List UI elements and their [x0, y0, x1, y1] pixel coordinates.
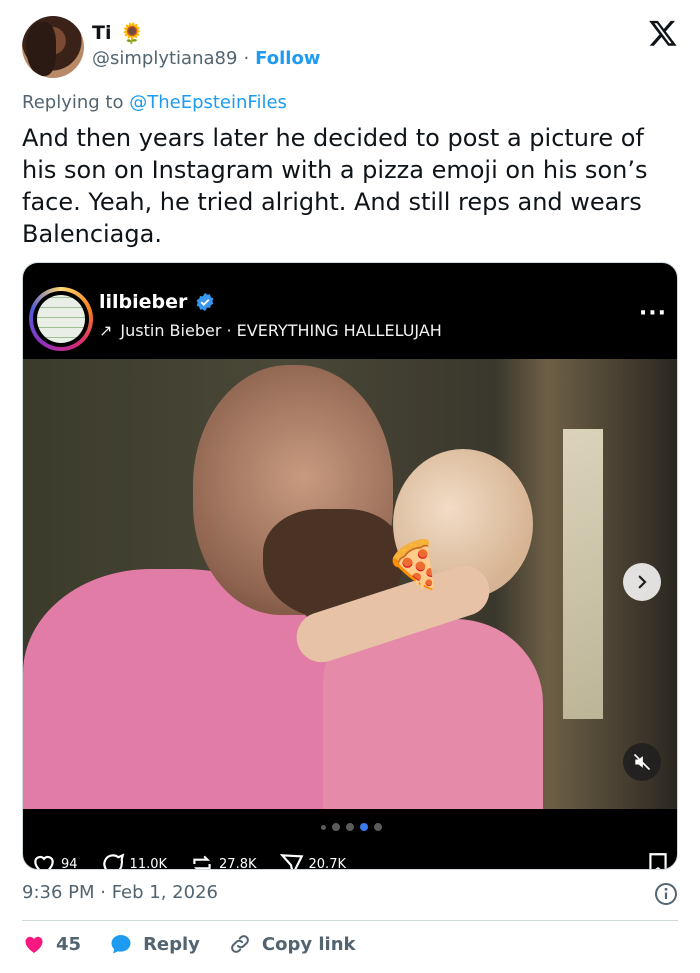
carousel-dot — [373, 823, 382, 831]
link-icon — [231, 935, 249, 953]
separator-dot: · — [243, 48, 250, 69]
ig-heart-icon — [34, 855, 54, 869]
reply-bubble-icon — [111, 935, 131, 954]
ig-repost-icon — [193, 855, 211, 869]
ig-user-row: lilbieber — [99, 291, 215, 313]
copy-link-button[interactable]: Copy link — [228, 932, 356, 956]
ig-audio-label: Justin Bieber · EVERYTHING HALLELUJAH — [120, 321, 442, 340]
ig-like: 94 — [31, 851, 78, 870]
reply-button[interactable]: Reply — [109, 932, 200, 956]
tweet-actions: 45 Reply Copy link — [22, 932, 356, 956]
replying-to: Replying to @TheEpsteinFiles — [22, 92, 287, 113]
ig-like-count: 94 — [61, 856, 78, 870]
copy-link-label: Copy link — [261, 933, 356, 955]
tweet-text: And then years later he decided to post … — [22, 124, 648, 248]
info-icon[interactable] — [654, 882, 678, 906]
ig-username: lilbieber — [99, 291, 188, 313]
ig-comment-count: 11.0K — [129, 856, 168, 870]
ig-share: 20.7K — [279, 851, 346, 870]
muted-speaker-icon — [623, 743, 661, 781]
ig-share-count: 20.7K — [308, 856, 346, 870]
like-button[interactable]: 45 — [22, 932, 81, 956]
ig-comment-icon — [102, 853, 124, 869]
carousel-dot-active — [359, 823, 368, 831]
ig-comment: 11.0K — [100, 851, 168, 870]
verified-badge-icon — [197, 292, 214, 312]
post-photo: 🍕 — [23, 359, 677, 809]
carousel-dots — [23, 823, 677, 831]
author-name-row: Ti 🌻 — [92, 22, 144, 44]
embedded-image[interactable]: lilbieber ↗ Justin Bieber · EVERYTHING H… — [22, 262, 678, 870]
x-logo-icon[interactable] — [648, 18, 678, 48]
carousel-dot — [331, 823, 340, 831]
audio-arrow-icon: ↗ — [99, 321, 113, 340]
like-count: 45 — [56, 933, 82, 955]
pizza-sticker: 🍕 — [385, 537, 443, 591]
ig-more-icon: ··· — [638, 301, 667, 326]
ig-repost: 27.8K — [189, 851, 257, 870]
ig-repost-count: 27.8K — [219, 856, 257, 870]
divider — [22, 920, 678, 921]
ig-avatar — [29, 287, 93, 351]
tweet-timestamp[interactable]: 9:36 PM · Feb 1, 2026 — [22, 882, 218, 903]
ig-bookmark-icon — [649, 853, 667, 869]
heart-icon — [25, 936, 43, 953]
replying-prefix: Replying to — [22, 92, 124, 113]
carousel-dot — [320, 824, 326, 830]
author-handle[interactable]: @simplytiana89 — [92, 48, 237, 69]
reply-label: Reply — [143, 933, 200, 955]
ig-action-row: 94 11.0K 27.8K 20.7K — [31, 851, 671, 870]
sunflower-emoji: 🌻 — [119, 21, 145, 45]
author-display-name[interactable]: Ti — [92, 22, 111, 44]
ig-send-icon — [279, 854, 303, 869]
follow-button[interactable]: Follow — [255, 48, 320, 69]
author-handle-row: @simplytiana89 · Follow — [92, 48, 320, 69]
ig-audio-row: ↗ Justin Bieber · EVERYTHING HALLELUJAH — [99, 321, 442, 340]
carousel-next-icon — [623, 563, 661, 601]
carousel-dot — [345, 823, 354, 831]
replying-mention[interactable]: @TheEpsteinFiles — [129, 92, 287, 113]
author-avatar[interactable] — [22, 16, 84, 78]
